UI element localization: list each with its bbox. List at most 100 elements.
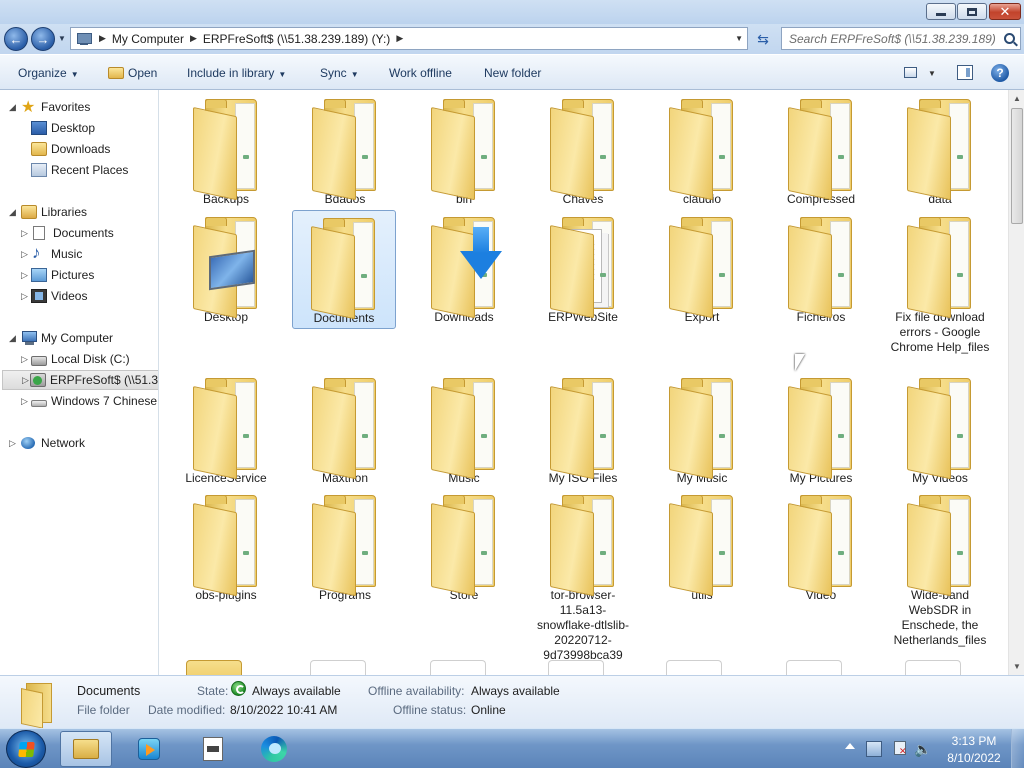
expand-arrow-icon[interactable]: ▷ bbox=[9, 438, 16, 449]
back-button[interactable]: ← bbox=[4, 27, 28, 51]
help-icon[interactable]: ? bbox=[991, 64, 1009, 82]
chevron-right-icon[interactable]: ▶ bbox=[99, 33, 106, 44]
folder-item[interactable]: Video bbox=[769, 488, 873, 605]
folder-item[interactable]: Downloads bbox=[412, 210, 516, 327]
address-bar[interactable]: ▶ My Computer ▶ ERPFreSoft$ (\\51.38.239… bbox=[70, 27, 748, 50]
scrollbar-thumb[interactable] bbox=[1011, 108, 1023, 224]
network-status-icon[interactable] bbox=[866, 741, 882, 757]
folder-item[interactable]: Store bbox=[412, 488, 516, 605]
taskbar-explorer[interactable] bbox=[60, 731, 112, 767]
taskbar-edge[interactable] bbox=[248, 731, 300, 767]
file-partial[interactable] bbox=[310, 660, 366, 675]
expand-arrow-icon[interactable]: ▷ bbox=[21, 270, 28, 281]
view-options-dropdown[interactable]: ▼ bbox=[928, 69, 936, 78]
file-partial[interactable] bbox=[430, 660, 486, 675]
folder-item[interactable]: Music bbox=[412, 371, 516, 488]
breadcrumb-network-drive[interactable]: ERPFreSoft$ (\\51.38.239.189) (Y:) bbox=[203, 32, 390, 46]
sync-button[interactable]: Sync ▼ bbox=[320, 66, 359, 80]
folder-item[interactable]: data bbox=[888, 92, 992, 209]
taskbar-document[interactable] bbox=[187, 731, 239, 767]
nav-pictures[interactable]: Pictures bbox=[31, 265, 94, 285]
refresh-icon[interactable]: ⇆ bbox=[752, 29, 774, 49]
nav-music[interactable]: Music bbox=[31, 243, 82, 264]
folder-item[interactable]: My Pictures bbox=[769, 371, 873, 488]
nav-libraries[interactable]: Libraries bbox=[21, 202, 87, 222]
nav-network[interactable]: Network bbox=[21, 433, 85, 453]
folder-partial[interactable] bbox=[186, 660, 242, 675]
show-hidden-icons[interactable] bbox=[845, 743, 855, 749]
folder-item[interactable]: My Videos bbox=[888, 371, 992, 488]
expand-arrow-icon[interactable]: ▷ bbox=[21, 249, 28, 260]
folder-item[interactable]: Bdados bbox=[293, 92, 397, 209]
folder-item[interactable]: obs-plugins bbox=[174, 488, 278, 605]
expand-arrow-icon[interactable]: ▷ bbox=[22, 375, 29, 386]
address-dropdown-icon[interactable]: ▼ bbox=[735, 34, 743, 43]
folder-item[interactable]: Wide-band WebSDR in Enschede, the Nether… bbox=[888, 488, 992, 650]
chevron-right-icon[interactable]: ▶ bbox=[190, 33, 197, 44]
recent-pages-dropdown[interactable]: ▼ bbox=[58, 34, 66, 43]
folder-item[interactable]: Backups bbox=[174, 92, 278, 209]
clock-date[interactable]: 8/10/2022 bbox=[944, 751, 1004, 765]
file-partial[interactable] bbox=[905, 660, 961, 675]
minimize-button[interactable] bbox=[926, 3, 956, 20]
file-partial[interactable] bbox=[666, 660, 722, 675]
file-partial[interactable] bbox=[786, 660, 842, 675]
scroll-up-icon[interactable]: ▲ bbox=[1009, 90, 1024, 107]
scroll-down-icon[interactable]: ▼ bbox=[1009, 658, 1024, 675]
nav-desktop[interactable]: Desktop bbox=[31, 118, 95, 138]
clock-time[interactable]: 3:13 PM bbox=[944, 734, 1004, 748]
folder-item[interactable]: My ISO Files bbox=[531, 371, 635, 488]
maximize-button[interactable] bbox=[957, 3, 987, 20]
folder-item[interactable]: ERPWebSite bbox=[531, 210, 635, 327]
expand-arrow-icon[interactable]: ▷ bbox=[21, 228, 28, 239]
forward-button[interactable]: → bbox=[31, 27, 55, 51]
breadcrumb-my-computer[interactable]: My Computer bbox=[112, 32, 184, 46]
action-center-icon[interactable] bbox=[892, 741, 908, 757]
folder-item[interactable]: Programs bbox=[293, 488, 397, 605]
folder-item[interactable]: tor-browser-11.5a13-snowflake-dtlslib-20… bbox=[531, 488, 635, 665]
folder-item[interactable]: Chaves bbox=[531, 92, 635, 209]
folder-item[interactable]: Compressed bbox=[769, 92, 873, 209]
nav-my-computer[interactable]: My Computer bbox=[21, 328, 113, 348]
expand-arrow-icon[interactable]: ▷ bbox=[21, 354, 28, 365]
collapse-arrow-icon[interactable]: ◢ bbox=[9, 333, 16, 344]
nav-local-disk[interactable]: Local Disk (C:) bbox=[31, 349, 130, 369]
open-button[interactable]: Open bbox=[108, 66, 157, 80]
folder-item[interactable]: Fix file download errors - Google Chrome… bbox=[888, 210, 992, 357]
vertical-scrollbar[interactable]: ▲ ▼ bbox=[1008, 90, 1024, 675]
folder-item[interactable]: My Music bbox=[650, 371, 754, 488]
folder-item[interactable]: claudio bbox=[650, 92, 754, 209]
work-offline-button[interactable]: Work offline bbox=[389, 66, 452, 80]
folder-item[interactable]: bin bbox=[412, 92, 516, 209]
folder-item[interactable]: Documents bbox=[292, 210, 396, 329]
folder-item[interactable]: Export bbox=[650, 210, 754, 327]
change-view-icon[interactable] bbox=[904, 67, 917, 78]
nav-recent-places[interactable]: Recent Places bbox=[31, 160, 128, 180]
folder-item[interactable]: utils bbox=[650, 488, 754, 605]
expand-arrow-icon[interactable]: ▷ bbox=[21, 291, 28, 302]
taskbar-media-player[interactable] bbox=[123, 731, 175, 767]
nav-favorites[interactable]: Favorites bbox=[21, 97, 90, 117]
preview-pane-icon[interactable] bbox=[957, 65, 973, 80]
collapse-arrow-icon[interactable]: ◢ bbox=[9, 102, 16, 113]
chevron-right-icon[interactable]: ▶ bbox=[396, 33, 403, 44]
nav-network-drive[interactable]: ▷ ERPFreSoft$ (\\51.38.239.189) (Y:) bbox=[2, 370, 158, 390]
search-input[interactable]: Search ERPFreSoft$ (\\51.38.239.189) (..… bbox=[781, 27, 1021, 50]
nav-videos[interactable]: Videos bbox=[31, 286, 87, 306]
folder-item[interactable]: LicenceService bbox=[174, 371, 278, 488]
include-in-library-button[interactable]: Include in library ▼ bbox=[187, 66, 286, 80]
expand-arrow-icon[interactable]: ▷ bbox=[21, 396, 28, 407]
show-desktop-button[interactable] bbox=[1011, 729, 1024, 768]
organize-button[interactable]: Organize ▼ bbox=[18, 66, 79, 80]
file-list[interactable]: Backups Bdados bin Chaves claudio Compressed d… bbox=[160, 90, 1008, 675]
start-button[interactable] bbox=[6, 730, 46, 768]
nav-windows7-chinese[interactable]: Windows 7 Chinese bbox=[31, 391, 157, 411]
collapse-arrow-icon[interactable]: ◢ bbox=[9, 207, 16, 218]
nav-documents[interactable]: Documents bbox=[33, 223, 114, 243]
nav-downloads[interactable]: Downloads bbox=[31, 139, 110, 159]
folder-item[interactable]: Desktop bbox=[174, 210, 278, 327]
new-folder-button[interactable]: New folder bbox=[484, 66, 541, 80]
volume-icon[interactable]: 🔈 bbox=[914, 741, 931, 757]
folder-item[interactable]: Maxthon bbox=[293, 371, 397, 488]
folder-item[interactable]: Ficheiros bbox=[769, 210, 873, 327]
